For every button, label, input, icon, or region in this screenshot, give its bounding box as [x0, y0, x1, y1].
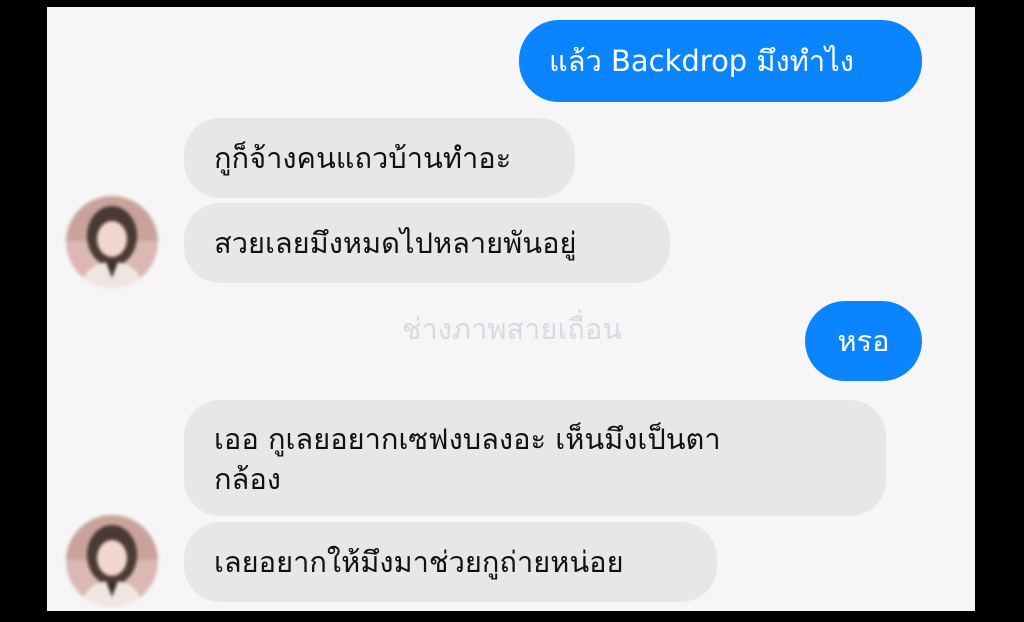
contact-avatar[interactable]	[66, 515, 158, 607]
watermark-text: ช่างภาพสายเถื่อน	[401, 312, 623, 346]
message-text: สวยเลยมึงหมดไปหลายพันอยู่	[214, 226, 577, 260]
message-bubble-incoming[interactable]: สวยเลยมึงหมดไปหลายพันอยู่	[184, 203, 670, 283]
message-bubble-outgoing[interactable]: แล้ว Backdrop มึงทำไง	[519, 20, 922, 102]
message-bubble-incoming[interactable]: กูก็จ้างคนแถวบ้านทำอะ	[184, 118, 575, 198]
contact-avatar[interactable]	[66, 196, 158, 288]
message-bubble-incoming[interactable]: เลยอยากให้มึงมาช่วยกูถ่ายหน่อย	[184, 522, 717, 602]
message-bubble-incoming[interactable]: เออ กูเลยอยากเซฟงบลงอะ เห็นมึงเป็นตา กล้…	[184, 400, 886, 516]
avatar-icon	[66, 196, 158, 288]
message-text: เลยอยากให้มึงมาช่วยกูถ่ายหน่อย	[214, 545, 624, 579]
message-text: แล้ว Backdrop มึงทำไง	[549, 44, 854, 78]
message-text: หรอ	[837, 324, 890, 358]
chat-window: แล้ว Backdrop มึงทำไง กูก็จ้างคนแถวบ้านท…	[47, 7, 975, 611]
avatar-icon	[66, 515, 158, 607]
message-text: กูก็จ้างคนแถวบ้านทำอะ	[214, 141, 512, 175]
message-bubble-outgoing[interactable]: หรอ	[805, 301, 922, 381]
message-text: เออ กูเลยอยากเซฟงบลงอะ เห็นมึงเป็นตา กล้…	[214, 422, 721, 496]
